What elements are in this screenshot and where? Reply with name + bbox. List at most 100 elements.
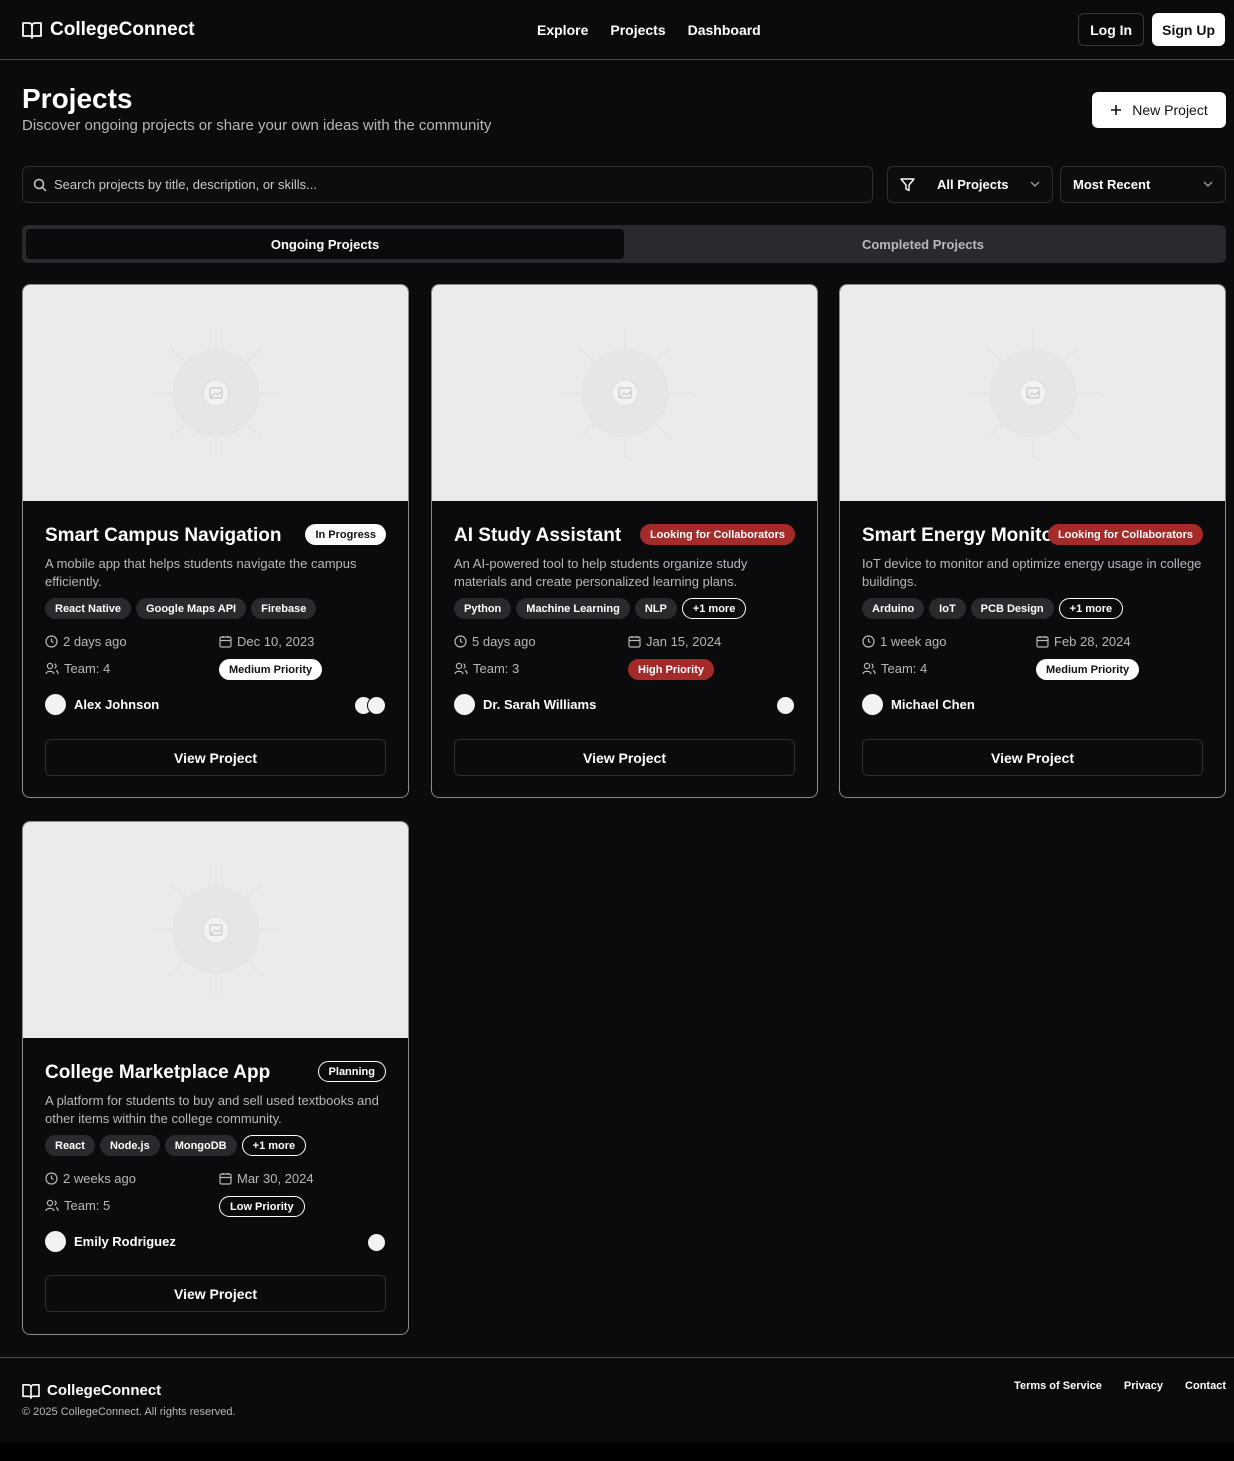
project-card: Smart Campus Navigation In Progress A mo… (22, 284, 409, 798)
project-description: An AI-powered tool to help students orga… (454, 556, 748, 589)
search-icon (33, 178, 47, 192)
nav-explore[interactable]: Explore (537, 22, 588, 38)
skill-tag: React (45, 1135, 95, 1156)
skill-tag: Python (454, 598, 512, 619)
avatar (45, 1231, 66, 1252)
avatar (367, 1233, 386, 1252)
image-placeholder-icon (560, 328, 690, 458)
project-title[interactable]: College Marketplace App (45, 1062, 270, 1084)
project-author: Alex Johnson (45, 694, 159, 715)
book-icon (22, 1383, 40, 1399)
deadline-text: Dec 10, 2023 (237, 634, 315, 649)
team-size: Team: 5 (45, 1198, 110, 1213)
nav-dashboard[interactable]: Dashboard (688, 22, 761, 38)
nav-projects[interactable]: Projects (610, 22, 665, 38)
project-card: AI Study Assistant Looking for Collabora… (431, 284, 818, 798)
project-author: Emily Rodriguez (45, 1231, 176, 1252)
project-card: College Marketplace App Planning A platf… (22, 821, 409, 1335)
calendar-icon (1036, 635, 1049, 648)
filter-bar: Search projects by title, description, o… (0, 166, 1234, 226)
image-placeholder-icon (968, 328, 1098, 458)
view-project-button[interactable]: View Project (454, 739, 795, 776)
author-name[interactable]: Alex Johnson (74, 697, 159, 712)
tag-list: React Native Google Maps API Firebase (45, 598, 317, 619)
page-title: Projects (22, 83, 133, 114)
book-icon (22, 21, 42, 39)
skill-tag: Google Maps API (136, 598, 247, 619)
terms-link[interactable]: Terms of Service (1014, 1380, 1102, 1392)
brand-logo[interactable]: CollegeConnect (22, 19, 195, 41)
page-header: Projects Discover ongoing projects or sh… (0, 60, 1234, 166)
team-size: Team: 4 (862, 661, 927, 676)
status-badge: In Progress (305, 524, 386, 545)
image-placeholder-icon (151, 328, 281, 458)
view-project-button[interactable]: View Project (45, 739, 386, 776)
more-tags-chip[interactable]: +1 more (241, 1135, 307, 1156)
status-badge: Planning (317, 1061, 386, 1082)
member-avatars (776, 696, 795, 715)
deadline-date: Jan 15, 2024 (628, 634, 721, 649)
project-image-placeholder (840, 285, 1225, 501)
posted-text: 2 days ago (63, 634, 127, 649)
deadline-text: Jan 15, 2024 (646, 634, 722, 649)
posted-text: 1 week ago (880, 634, 947, 649)
plus-icon (1110, 104, 1122, 116)
skill-tag: NLP (634, 598, 677, 619)
view-project-button[interactable]: View Project (862, 739, 1203, 776)
top-navbar: CollegeConnect Explore Projects Dashboar… (0, 0, 1234, 60)
posted-time: 5 days ago (454, 634, 536, 649)
sort-value: Most Recent (1073, 177, 1151, 192)
tag-list: Python Machine Learning NLP +1 more (454, 598, 747, 619)
skill-tag: React Native (45, 598, 132, 619)
member-avatars (354, 696, 386, 715)
skill-tag: PCB Design (970, 598, 1054, 619)
team-text: Team: 4 (64, 661, 111, 676)
project-title[interactable]: Smart Campus Navigation (45, 525, 282, 547)
author-name[interactable]: Emily Rodriguez (74, 1234, 176, 1249)
filter-icon (900, 177, 915, 192)
project-title[interactable]: Smart Energy Monitor (862, 525, 1060, 547)
search-input[interactable]: Search projects by title, description, o… (22, 166, 873, 203)
calendar-icon (219, 1172, 232, 1185)
tab-ongoing[interactable]: Ongoing Projects (26, 229, 624, 259)
image-placeholder-icon (151, 865, 281, 995)
login-button[interactable]: Log In (1078, 13, 1145, 46)
page-bottom-edge (0, 1442, 1234, 1461)
category-select[interactable]: All Projects (887, 166, 1053, 203)
view-project-button[interactable]: View Project (45, 1275, 386, 1312)
posted-text: 2 weeks ago (63, 1171, 136, 1186)
posted-time: 1 week ago (862, 634, 947, 649)
footer-brand[interactable]: CollegeConnect (22, 1382, 161, 1399)
sort-select[interactable]: Most Recent (1060, 166, 1226, 203)
footer-brand-name: CollegeConnect (47, 1382, 162, 1399)
chevron-down-icon (1030, 180, 1040, 188)
project-description: A platform for students to buy and sell … (45, 1093, 379, 1126)
contact-link[interactable]: Contact (1185, 1380, 1226, 1392)
more-tags-chip[interactable]: +1 more (1058, 598, 1124, 619)
deadline-date: Dec 10, 2023 (219, 634, 314, 649)
page-subtitle: Discover ongoing projects or share your … (22, 117, 492, 134)
status-badge: Looking for Collaborators (1047, 524, 1203, 545)
project-card: Smart Energy Monitor Looking for Collabo… (839, 284, 1226, 798)
skill-tag: Machine Learning (516, 598, 630, 619)
author-name[interactable]: Michael Chen (891, 697, 975, 712)
users-icon (45, 1199, 59, 1212)
member-avatars (367, 1233, 386, 1252)
avatar (45, 694, 66, 715)
avatar (776, 696, 795, 715)
tag-list: React Node.js MongoDB +1 more (45, 1135, 307, 1156)
project-image-placeholder (432, 285, 817, 501)
team-text: Team: 3 (473, 661, 520, 676)
project-description: A mobile app that helps students navigat… (45, 556, 357, 589)
author-name[interactable]: Dr. Sarah Williams (483, 697, 596, 712)
project-author: Dr. Sarah Williams (454, 694, 596, 715)
privacy-link[interactable]: Privacy (1124, 1380, 1163, 1392)
more-tags-chip[interactable]: +1 more (681, 598, 747, 619)
new-project-button[interactable]: New Project (1092, 92, 1226, 128)
deadline-text: Feb 28, 2024 (1054, 634, 1131, 649)
tab-completed[interactable]: Completed Projects (624, 229, 1222, 259)
users-icon (862, 662, 876, 675)
project-title[interactable]: AI Study Assistant (454, 525, 621, 547)
signup-button[interactable]: Sign Up (1152, 13, 1225, 46)
users-icon (454, 662, 468, 675)
